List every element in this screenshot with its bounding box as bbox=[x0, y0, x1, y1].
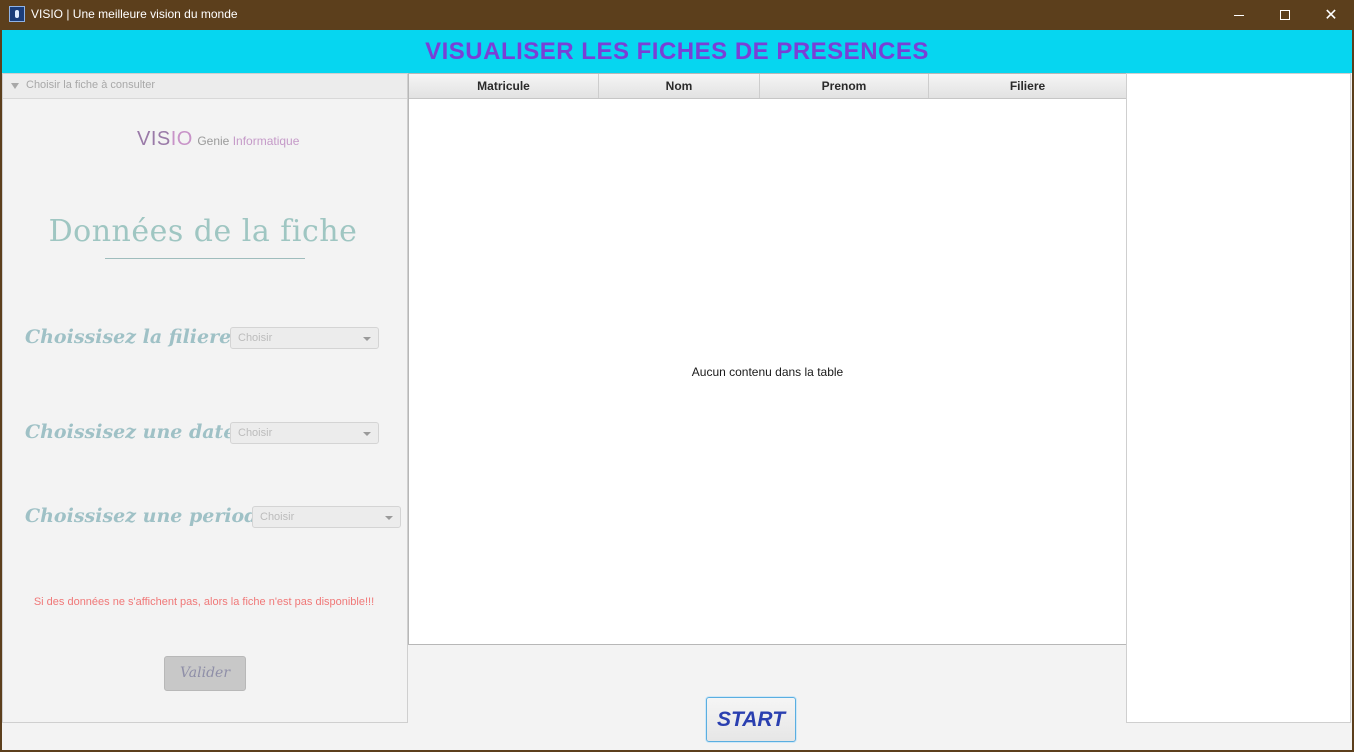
table-header: Matricule Nom Prenom Filiere bbox=[409, 74, 1126, 99]
app-icon bbox=[9, 6, 25, 22]
filiere-select[interactable]: Choisir bbox=[230, 327, 379, 349]
presence-table[interactable]: Matricule Nom Prenom Filiere Aucun conte… bbox=[408, 73, 1127, 645]
filiere-label: Choissisez la filiere : bbox=[25, 326, 245, 348]
minimize-icon bbox=[1234, 14, 1244, 16]
table-empty-message: Aucun contenu dans la table bbox=[691, 365, 844, 379]
window-titlebar: VISIO | Une meilleure vision du monde ✕ bbox=[0, 0, 1354, 30]
collapse-arrow-icon[interactable] bbox=[11, 83, 19, 89]
start-button[interactable]: START bbox=[706, 697, 796, 742]
logo-main: VISIO bbox=[137, 128, 193, 150]
date-select[interactable]: Choisir bbox=[230, 422, 379, 444]
chevron-down-icon bbox=[385, 516, 393, 520]
close-button[interactable]: ✕ bbox=[1308, 0, 1354, 30]
column-header-matricule[interactable]: Matricule bbox=[409, 74, 599, 98]
maximize-button[interactable] bbox=[1262, 0, 1308, 30]
panel-title: Choisir la fiche à consulter bbox=[26, 79, 156, 91]
chevron-down-icon bbox=[363, 337, 371, 341]
valider-button[interactable]: Valider bbox=[164, 656, 246, 691]
visio-logo: VISIO Genie Informatique bbox=[137, 128, 337, 151]
close-icon: ✕ bbox=[1324, 5, 1338, 24]
availability-warning: Si des données ne s'affichent pas, alors… bbox=[33, 596, 375, 608]
column-header-prenom[interactable]: Prenom bbox=[760, 74, 929, 98]
panel-header[interactable]: Choisir la fiche à consulter bbox=[3, 74, 407, 99]
header-bar: VISUALISER LES FICHES DE PRESENCES bbox=[2, 30, 1352, 73]
window-title: VISIO | Une meilleure vision du monde bbox=[31, 7, 238, 21]
periode-select[interactable]: Choisir bbox=[252, 506, 401, 528]
section-divider bbox=[105, 258, 305, 259]
logo-subtitle: Genie Informatique bbox=[197, 134, 300, 148]
section-title: Données de la fiche bbox=[48, 214, 358, 249]
chevron-down-icon bbox=[363, 432, 371, 436]
right-side-panel bbox=[1126, 73, 1351, 723]
column-header-filiere[interactable]: Filiere bbox=[929, 74, 1126, 98]
maximize-icon bbox=[1280, 10, 1290, 20]
column-header-nom[interactable]: Nom bbox=[599, 74, 760, 98]
app-window: VISUALISER LES FICHES DE PRESENCES Chois… bbox=[2, 30, 1352, 750]
minimize-button[interactable] bbox=[1216, 0, 1262, 30]
date-label: Choissisez une date : bbox=[25, 421, 250, 443]
periode-label: Choissisez une periode : bbox=[25, 505, 284, 527]
page-title: VISUALISER LES FICHES DE PRESENCES bbox=[425, 38, 929, 65]
fiche-selection-panel: Choisir la fiche à consulter VISIO Genie… bbox=[2, 73, 408, 723]
